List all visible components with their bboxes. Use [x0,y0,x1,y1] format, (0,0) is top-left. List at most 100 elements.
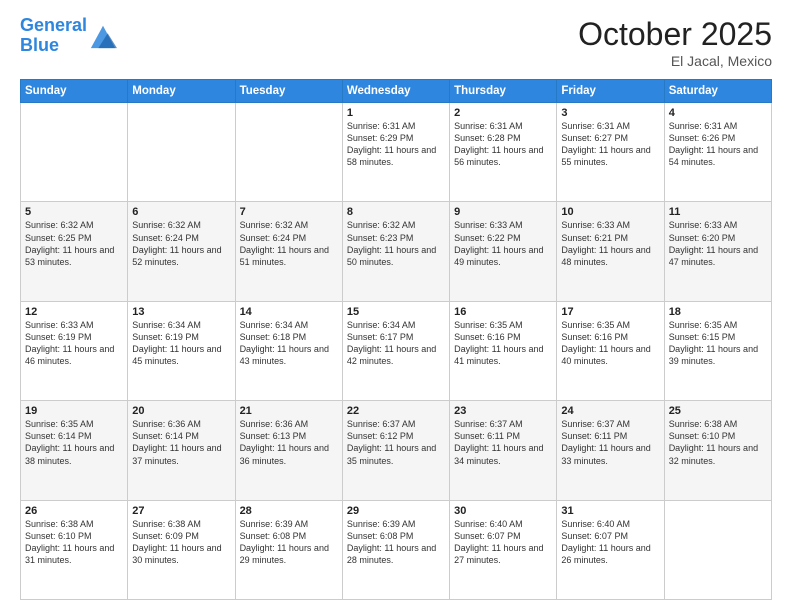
day-number: 20 [132,405,230,417]
table-cell [235,103,342,202]
cell-info: Sunrise: 6:32 AMSunset: 6:25 PMDaylight:… [25,219,123,268]
table-cell: 29Sunrise: 6:39 AMSunset: 6:08 PMDayligh… [342,500,449,599]
table-cell [21,103,128,202]
logo-text: General Blue [20,16,87,56]
col-monday: Monday [128,80,235,103]
day-number: 10 [561,206,659,218]
table-cell: 14Sunrise: 6:34 AMSunset: 6:18 PMDayligh… [235,301,342,400]
cell-info: Sunrise: 6:36 AMSunset: 6:14 PMDaylight:… [132,418,230,467]
page: General Blue October 2025 El Jacal, Mexi… [0,0,792,612]
table-cell: 31Sunrise: 6:40 AMSunset: 6:07 PMDayligh… [557,500,664,599]
table-cell: 3Sunrise: 6:31 AMSunset: 6:27 PMDaylight… [557,103,664,202]
table-cell: 24Sunrise: 6:37 AMSunset: 6:11 PMDayligh… [557,401,664,500]
day-number: 4 [669,107,767,119]
calendar-row: 12Sunrise: 6:33 AMSunset: 6:19 PMDayligh… [21,301,772,400]
col-wednesday: Wednesday [342,80,449,103]
logo-icon [89,22,117,50]
day-number: 14 [240,306,338,318]
col-tuesday: Tuesday [235,80,342,103]
day-number: 22 [347,405,445,417]
day-number: 7 [240,206,338,218]
day-number: 1 [347,107,445,119]
cell-info: Sunrise: 6:33 AMSunset: 6:21 PMDaylight:… [561,219,659,268]
table-cell: 13Sunrise: 6:34 AMSunset: 6:19 PMDayligh… [128,301,235,400]
table-cell [128,103,235,202]
table-cell: 26Sunrise: 6:38 AMSunset: 6:10 PMDayligh… [21,500,128,599]
cell-info: Sunrise: 6:32 AMSunset: 6:24 PMDaylight:… [240,219,338,268]
table-cell: 23Sunrise: 6:37 AMSunset: 6:11 PMDayligh… [450,401,557,500]
title-section: October 2025 El Jacal, Mexico [578,16,772,69]
cell-info: Sunrise: 6:37 AMSunset: 6:11 PMDaylight:… [454,418,552,467]
cell-info: Sunrise: 6:33 AMSunset: 6:20 PMDaylight:… [669,219,767,268]
table-cell: 2Sunrise: 6:31 AMSunset: 6:28 PMDaylight… [450,103,557,202]
day-number: 6 [132,206,230,218]
cell-info: Sunrise: 6:31 AMSunset: 6:28 PMDaylight:… [454,120,552,169]
table-cell: 15Sunrise: 6:34 AMSunset: 6:17 PMDayligh… [342,301,449,400]
header: General Blue October 2025 El Jacal, Mexi… [20,16,772,69]
cell-info: Sunrise: 6:37 AMSunset: 6:12 PMDaylight:… [347,418,445,467]
cell-info: Sunrise: 6:35 AMSunset: 6:16 PMDaylight:… [561,319,659,368]
cell-info: Sunrise: 6:34 AMSunset: 6:17 PMDaylight:… [347,319,445,368]
day-number: 31 [561,505,659,517]
cell-info: Sunrise: 6:36 AMSunset: 6:13 PMDaylight:… [240,418,338,467]
table-cell: 20Sunrise: 6:36 AMSunset: 6:14 PMDayligh… [128,401,235,500]
table-cell: 27Sunrise: 6:38 AMSunset: 6:09 PMDayligh… [128,500,235,599]
cell-info: Sunrise: 6:37 AMSunset: 6:11 PMDaylight:… [561,418,659,467]
cell-info: Sunrise: 6:40 AMSunset: 6:07 PMDaylight:… [561,518,659,567]
cell-info: Sunrise: 6:33 AMSunset: 6:22 PMDaylight:… [454,219,552,268]
day-number: 2 [454,107,552,119]
calendar-row: 5Sunrise: 6:32 AMSunset: 6:25 PMDaylight… [21,202,772,301]
col-sunday: Sunday [21,80,128,103]
day-number: 25 [669,405,767,417]
cell-info: Sunrise: 6:32 AMSunset: 6:23 PMDaylight:… [347,219,445,268]
day-number: 29 [347,505,445,517]
day-number: 8 [347,206,445,218]
table-cell [664,500,771,599]
day-number: 13 [132,306,230,318]
logo: General Blue [20,16,117,56]
table-cell: 19Sunrise: 6:35 AMSunset: 6:14 PMDayligh… [21,401,128,500]
logo-general: General [20,15,87,35]
table-cell: 22Sunrise: 6:37 AMSunset: 6:12 PMDayligh… [342,401,449,500]
cell-info: Sunrise: 6:39 AMSunset: 6:08 PMDaylight:… [347,518,445,567]
calendar-table: Sunday Monday Tuesday Wednesday Thursday… [20,79,772,600]
table-cell: 9Sunrise: 6:33 AMSunset: 6:22 PMDaylight… [450,202,557,301]
cell-info: Sunrise: 6:38 AMSunset: 6:10 PMDaylight:… [25,518,123,567]
col-thursday: Thursday [450,80,557,103]
cell-info: Sunrise: 6:31 AMSunset: 6:27 PMDaylight:… [561,120,659,169]
cell-info: Sunrise: 6:34 AMSunset: 6:18 PMDaylight:… [240,319,338,368]
cell-info: Sunrise: 6:35 AMSunset: 6:16 PMDaylight:… [454,319,552,368]
day-number: 9 [454,206,552,218]
table-cell: 30Sunrise: 6:40 AMSunset: 6:07 PMDayligh… [450,500,557,599]
calendar-header-row: Sunday Monday Tuesday Wednesday Thursday… [21,80,772,103]
day-number: 3 [561,107,659,119]
day-number: 17 [561,306,659,318]
cell-info: Sunrise: 6:39 AMSunset: 6:08 PMDaylight:… [240,518,338,567]
table-cell: 11Sunrise: 6:33 AMSunset: 6:20 PMDayligh… [664,202,771,301]
calendar-row: 26Sunrise: 6:38 AMSunset: 6:10 PMDayligh… [21,500,772,599]
day-number: 24 [561,405,659,417]
day-number: 27 [132,505,230,517]
day-number: 30 [454,505,552,517]
table-cell: 8Sunrise: 6:32 AMSunset: 6:23 PMDaylight… [342,202,449,301]
cell-info: Sunrise: 6:40 AMSunset: 6:07 PMDaylight:… [454,518,552,567]
table-cell: 25Sunrise: 6:38 AMSunset: 6:10 PMDayligh… [664,401,771,500]
month-title: October 2025 [578,16,772,53]
table-cell: 10Sunrise: 6:33 AMSunset: 6:21 PMDayligh… [557,202,664,301]
day-number: 26 [25,505,123,517]
table-cell: 1Sunrise: 6:31 AMSunset: 6:29 PMDaylight… [342,103,449,202]
cell-info: Sunrise: 6:38 AMSunset: 6:09 PMDaylight:… [132,518,230,567]
cell-info: Sunrise: 6:31 AMSunset: 6:26 PMDaylight:… [669,120,767,169]
day-number: 16 [454,306,552,318]
table-cell: 6Sunrise: 6:32 AMSunset: 6:24 PMDaylight… [128,202,235,301]
table-cell: 18Sunrise: 6:35 AMSunset: 6:15 PMDayligh… [664,301,771,400]
cell-info: Sunrise: 6:31 AMSunset: 6:29 PMDaylight:… [347,120,445,169]
table-cell: 21Sunrise: 6:36 AMSunset: 6:13 PMDayligh… [235,401,342,500]
col-friday: Friday [557,80,664,103]
calendar-row: 1Sunrise: 6:31 AMSunset: 6:29 PMDaylight… [21,103,772,202]
day-number: 21 [240,405,338,417]
cell-info: Sunrise: 6:33 AMSunset: 6:19 PMDaylight:… [25,319,123,368]
cell-info: Sunrise: 6:34 AMSunset: 6:19 PMDaylight:… [132,319,230,368]
col-saturday: Saturday [664,80,771,103]
table-cell: 7Sunrise: 6:32 AMSunset: 6:24 PMDaylight… [235,202,342,301]
